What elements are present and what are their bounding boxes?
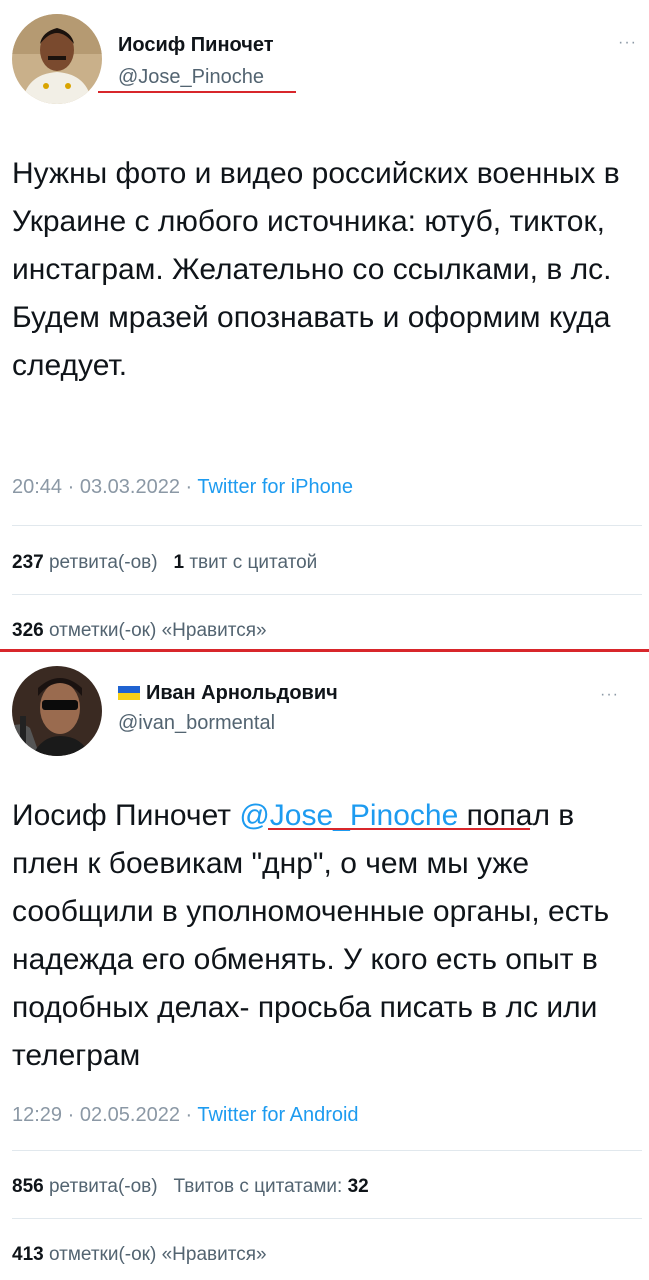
tweet-text: Нужны фото и видео российских военных в … (12, 157, 620, 382)
retweets-count: 237 (12, 552, 44, 573)
meta-separator: · (179, 476, 198, 498)
author-name[interactable]: Иосиф Пиночет (118, 34, 274, 57)
tweet-meta: 12:29 · 02.05.2022 · Twitter for Android (12, 1104, 359, 1127)
retweets-stat[interactable]: 856 ретвита(-ов) (12, 1176, 158, 1197)
more-icon[interactable]: ··· (600, 686, 619, 704)
tweet-source[interactable]: Twitter for iPhone (197, 476, 353, 498)
stats-row: 856 ретвита(-ов) Твитов с цитатами: 32 (12, 1176, 369, 1198)
meta-separator: · (62, 1104, 80, 1126)
tweet-1: Иосиф Пиночет @Jose_Pinoche ··· Нужны фо… (0, 0, 649, 650)
tweet-2: Иван Арнольдович @ivan_bormental ··· Иос… (0, 652, 649, 1280)
quotes-count: 1 (173, 552, 185, 573)
likes-stat[interactable]: 413 отметки(-ок) «Нравится» (12, 1244, 267, 1266)
tweet-time[interactable]: 12:29 (12, 1104, 62, 1126)
text-suffix: попал в плен к боевикам "днр", о чем мы … (12, 799, 610, 1072)
tweet-date[interactable]: 03.03.2022 (80, 476, 180, 498)
handle-highlight (98, 91, 296, 93)
retweets-label: ретвита(-ов) (48, 1176, 158, 1197)
quotes-stat[interactable]: 1 твит с цитатой (173, 552, 317, 573)
quotes-count: 32 (347, 1176, 369, 1197)
author-handle[interactable]: @ivan_bormental (118, 712, 275, 735)
avatar-image (12, 14, 102, 104)
text-prefix: Иосиф Пиночет (12, 799, 240, 832)
mention-highlight (268, 828, 530, 830)
quotes-label: твит с цитатой (189, 552, 318, 573)
stats-row: 237 ретвита(-ов) 1 твит с цитатой (12, 552, 317, 574)
meta-separator: · (179, 1104, 198, 1126)
divider (12, 1218, 642, 1219)
likes-label: отметки(-ок) «Нравится» (48, 620, 267, 641)
tweet-time[interactable]: 20:44 (12, 476, 62, 498)
retweets-label: ретвита(-ов) (48, 552, 158, 573)
ukraine-flag-icon (118, 686, 140, 700)
tweet-date[interactable]: 02.05.2022 (80, 1104, 180, 1126)
retweets-count: 856 (12, 1176, 44, 1197)
meta-separator: · (62, 476, 80, 498)
author-name[interactable]: Иван Арнольдович (146, 682, 338, 705)
tweet-source[interactable]: Twitter for Android (197, 1104, 358, 1126)
likes-stat[interactable]: 326 отметки(-ок) «Нравится» (12, 620, 267, 642)
likes-count: 326 (12, 620, 44, 641)
avatar-image (12, 666, 102, 756)
avatar[interactable] (12, 666, 102, 756)
author-handle[interactable]: @Jose_Pinoche (118, 66, 264, 89)
tweet-meta: 20:44 · 03.03.2022 · Twitter for iPhone (12, 476, 353, 499)
tweet-text: Иосиф Пиночет @Jose_Pinoche попал в плен… (12, 792, 644, 1080)
avatar[interactable] (12, 14, 102, 104)
more-icon[interactable]: ··· (618, 34, 637, 52)
retweets-stat[interactable]: 237 ретвита(-ов) (12, 552, 158, 573)
divider (12, 525, 642, 526)
likes-count: 413 (12, 1244, 44, 1265)
likes-label: отметки(-ок) «Нравится» (48, 1244, 267, 1265)
quotes-label: Твитов с цитатами: (173, 1176, 343, 1197)
divider (12, 594, 642, 595)
divider (12, 1150, 642, 1151)
quotes-stat[interactable]: Твитов с цитатами: 32 (173, 1176, 368, 1197)
